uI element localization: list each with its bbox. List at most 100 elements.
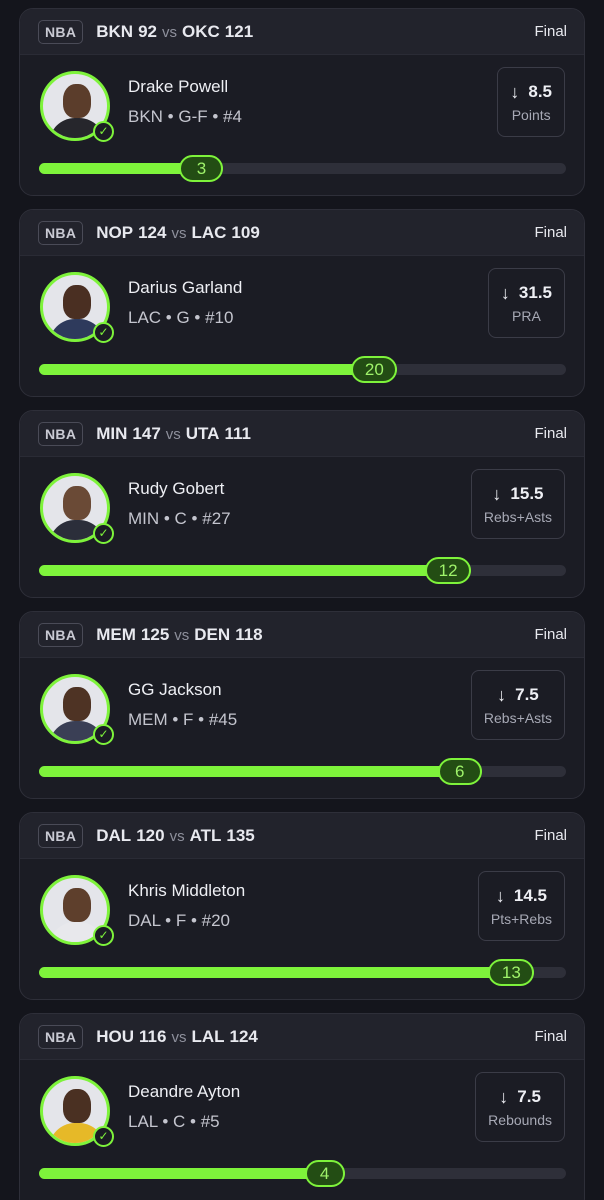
score-away: 147 xyxy=(132,423,161,443)
player-meta: DAL • F • #20 xyxy=(128,911,230,930)
score-away: 125 xyxy=(140,624,170,644)
score-home: 118 xyxy=(235,624,263,644)
matchup: BKN 92 vs OKC 121 xyxy=(96,22,253,42)
stat-type: PRA xyxy=(512,307,541,324)
game-status: Final xyxy=(534,224,567,241)
pick-card[interactable]: NBA MEM 125 vs DEN 118 Final ✓ GG Jackso… xyxy=(19,611,585,799)
line-value: 14.5 xyxy=(513,886,547,905)
player-name[interactable]: Deandre Ayton xyxy=(128,1082,240,1102)
score-home: 121 xyxy=(224,21,254,41)
player-meta: BKN • G-F • #4 xyxy=(128,107,242,126)
check-icon: ✓ xyxy=(93,1126,114,1147)
player-face xyxy=(63,486,91,520)
stat-type: Rebounds xyxy=(488,1111,552,1128)
team-home: ATL xyxy=(189,825,222,845)
score-home: 124 xyxy=(229,1026,258,1046)
progress-fill xyxy=(39,967,535,978)
versus-label: vs xyxy=(165,425,181,443)
progress-track: 4 xyxy=(39,1160,566,1187)
arrow-down-icon: ↓ xyxy=(492,483,502,504)
team-away: MIN xyxy=(96,423,128,443)
game-header: NBA BKN 92 vs OKC 121 Final xyxy=(20,9,584,55)
score-home: 135 xyxy=(226,825,255,845)
league-badge: NBA xyxy=(38,823,84,848)
player-meta: LAL • C • #5 xyxy=(128,1112,220,1131)
arrow-down-icon: ↓ xyxy=(495,885,505,906)
progress-fill xyxy=(39,364,398,375)
progress-track: 6 xyxy=(39,758,566,785)
pick-card[interactable]: NBA MIN 147 vs UTA 111 Final ✓ Rudy Gobe… xyxy=(19,410,585,598)
game-header: NBA HOU 116 vs LAL 124 Final xyxy=(20,1014,584,1060)
player-face xyxy=(63,687,91,721)
progress-track: 3 xyxy=(39,155,566,182)
matchup: MEM 125 vs DEN 118 xyxy=(96,625,262,645)
check-icon: ✓ xyxy=(93,322,114,343)
team-home: DEN xyxy=(194,624,231,644)
actual-value-pill: 13 xyxy=(488,959,535,986)
prop-line-box[interactable]: ↓ 7.5 Rebounds xyxy=(475,1072,565,1142)
team-away: NOP xyxy=(96,222,134,242)
prop-line-box[interactable]: ↓ 8.5 Points xyxy=(497,67,565,137)
actual-value-pill: 4 xyxy=(304,1160,345,1187)
score-away: 120 xyxy=(136,825,165,845)
league-badge: NBA xyxy=(38,19,84,44)
team-away: BKN xyxy=(96,21,134,41)
prop-line-box[interactable]: ↓ 15.5 Rebs+Asts xyxy=(470,469,565,539)
actual-value-pill: 3 xyxy=(179,155,224,182)
line-value: 15.5 xyxy=(510,484,544,503)
league-badge: NBA xyxy=(38,622,84,647)
actual-value-pill: 12 xyxy=(425,557,472,584)
matchup: HOU 116 vs LAL 124 xyxy=(96,1027,258,1047)
progress-fill xyxy=(39,766,482,777)
versus-label: vs xyxy=(174,626,190,644)
player-face xyxy=(63,285,91,319)
player-face xyxy=(63,1089,91,1123)
game-status: Final xyxy=(534,1028,567,1045)
game-header: NBA NOP 124 vs LAC 109 Final xyxy=(20,210,584,256)
pick-card[interactable]: NBA DAL 120 vs ATL 135 Final ✓ Khris Mid… xyxy=(19,812,585,1000)
prop-line-box[interactable]: ↓ 7.5 Rebs+Asts xyxy=(470,670,565,740)
league-badge: NBA xyxy=(38,1024,84,1049)
progress-track: 13 xyxy=(39,959,566,986)
score-home: 109 xyxy=(231,222,260,242)
player-meta: MEM • F • #45 xyxy=(128,710,238,729)
player-name[interactable]: Khris Middleton xyxy=(128,881,245,901)
prop-line-box[interactable]: ↓ 14.5 Pts+Rebs xyxy=(477,871,565,941)
matchup: NOP 124 vs LAC 109 xyxy=(96,223,260,243)
player-meta: MIN • C • #27 xyxy=(128,509,231,528)
score-home: 111 xyxy=(224,423,251,443)
matchup: MIN 147 vs UTA 111 xyxy=(96,424,251,444)
league-badge: NBA xyxy=(38,220,84,245)
check-icon: ✓ xyxy=(93,925,114,946)
actual-value-pill: 6 xyxy=(437,758,482,785)
game-status: Final xyxy=(534,425,567,442)
arrow-down-icon: ↓ xyxy=(510,81,520,102)
versus-label: vs xyxy=(162,23,177,41)
game-status: Final xyxy=(534,827,567,844)
player-name[interactable]: Rudy Gobert xyxy=(128,479,224,499)
progress-fill xyxy=(39,1168,345,1179)
team-home: LAC xyxy=(191,222,227,242)
pick-card[interactable]: NBA BKN 92 vs OKC 121 Final ✓ Drake Powe… xyxy=(19,8,585,196)
player-name[interactable]: Drake Powell xyxy=(128,77,228,97)
game-header: NBA DAL 120 vs ATL 135 Final xyxy=(20,813,584,859)
player-name[interactable]: Darius Garland xyxy=(128,278,242,298)
stat-type: Rebs+Asts xyxy=(483,508,552,525)
game-status: Final xyxy=(534,626,567,643)
team-away: MEM xyxy=(96,624,136,644)
score-away: 116 xyxy=(139,1026,167,1046)
line-value: 31.5 xyxy=(518,283,552,302)
team-home: OKC xyxy=(182,21,220,41)
prop-line-box[interactable]: ↓ 31.5 PRA xyxy=(487,268,565,338)
versus-label: vs xyxy=(169,827,185,845)
player-face xyxy=(63,888,91,922)
stat-type: Points xyxy=(511,106,551,123)
player-face xyxy=(63,84,91,118)
pick-card[interactable]: NBA HOU 116 vs LAL 124 Final ✓ Deandre A… xyxy=(19,1013,585,1200)
pick-card[interactable]: NBA NOP 124 vs LAC 109 Final ✓ Darius Ga… xyxy=(19,209,585,397)
stat-type: Rebs+Asts xyxy=(483,709,552,726)
progress-track: 12 xyxy=(39,557,566,584)
player-name[interactable]: GG Jackson xyxy=(128,680,222,700)
game-status: Final xyxy=(534,23,567,40)
line-value: 7.5 xyxy=(515,685,539,704)
